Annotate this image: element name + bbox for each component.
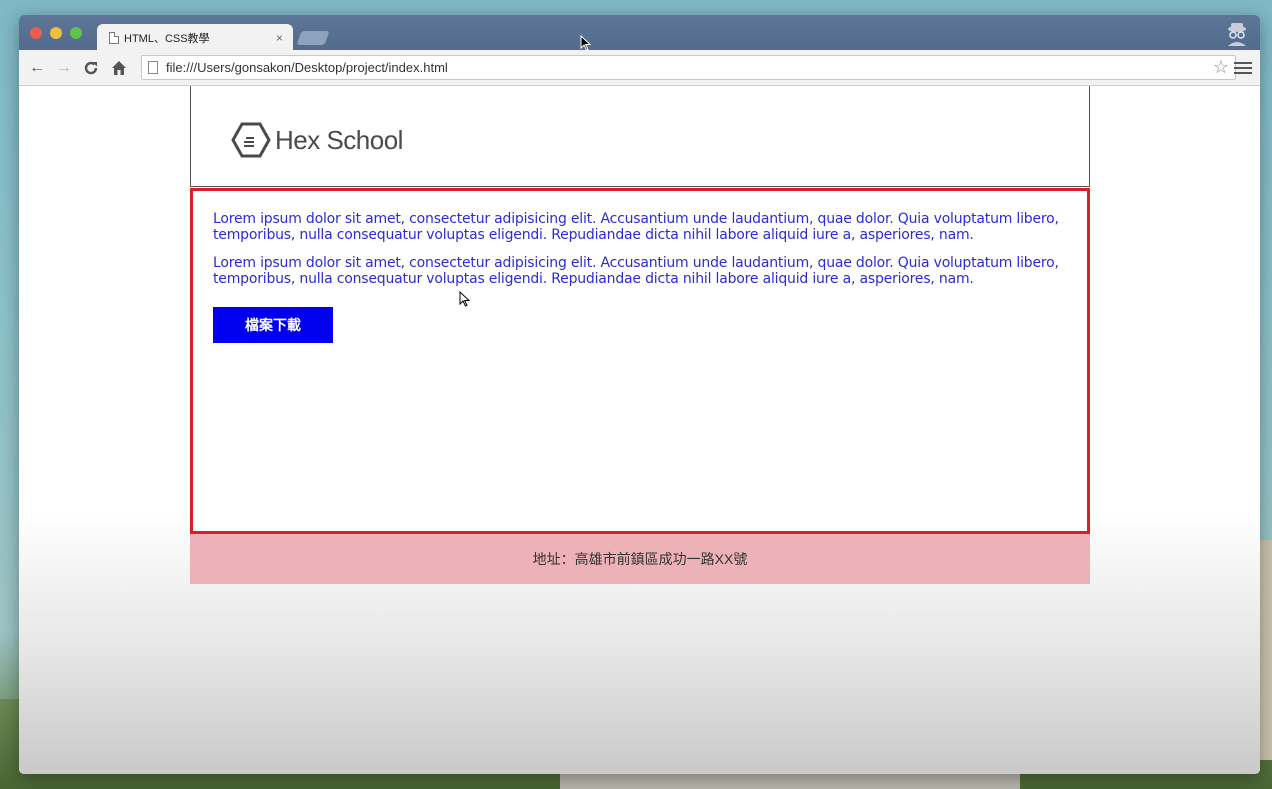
logo[interactable]: Hex School xyxy=(231,122,403,158)
tab-close-icon[interactable]: × xyxy=(276,31,283,45)
menu-icon[interactable] xyxy=(1234,58,1252,78)
site-footer: 地址：高雄市前鎮區成功一路XX號 xyxy=(190,534,1090,584)
browser-tab[interactable]: HTML、CSS教學 × xyxy=(97,24,293,51)
footer-address: 地址：高雄市前鎮區成功一路XX號 xyxy=(532,551,748,567)
title-bar: HTML、CSS教學 × xyxy=(19,15,1260,51)
hex-logo-icon xyxy=(231,122,271,158)
minimize-window-button[interactable] xyxy=(50,27,62,39)
desktop-background-element xyxy=(1260,540,1272,760)
incognito-icon xyxy=(1228,23,1246,46)
forward-arrow-icon[interactable]: → xyxy=(53,57,75,79)
home-icon[interactable] xyxy=(108,57,130,79)
bookmark-star-icon[interactable]: ☆ xyxy=(1213,57,1229,78)
download-button[interactable]: 檔案下載 xyxy=(213,307,333,343)
url-text: file:///Users/gonsakon/Desktop/project/i… xyxy=(166,60,448,75)
back-arrow-icon[interactable]: ← xyxy=(26,57,48,79)
browser-window: HTML、CSS教學 × ← → file:///Users/gonsakon/… xyxy=(19,15,1260,774)
new-tab-button[interactable] xyxy=(296,31,330,45)
document-icon xyxy=(109,31,119,44)
paragraph: Lorem ipsum dolor sit amet, consectetur … xyxy=(213,211,1059,243)
close-window-button[interactable] xyxy=(30,27,42,39)
paragraph: Lorem ipsum dolor sit amet, consectetur … xyxy=(213,255,1059,287)
page-viewport: Hex School Lorem ipsum dolor sit amet, c… xyxy=(19,86,1260,774)
maximize-window-button[interactable] xyxy=(70,27,82,39)
tab-title: HTML、CSS教學 xyxy=(124,32,210,45)
site-header: Hex School xyxy=(190,86,1090,187)
address-bar[interactable]: file:///Users/gonsakon/Desktop/project/i… xyxy=(141,55,1236,80)
main-content: Lorem ipsum dolor sit amet, consectetur … xyxy=(190,188,1090,534)
logo-text: Hex School xyxy=(275,124,403,155)
mouse-cursor-icon xyxy=(580,35,592,51)
reload-icon[interactable] xyxy=(80,57,102,79)
browser-toolbar: ← → file:///Users/gonsakon/Desktop/proje… xyxy=(19,50,1260,86)
page-icon xyxy=(148,61,158,74)
mouse-cursor-icon xyxy=(459,291,471,307)
